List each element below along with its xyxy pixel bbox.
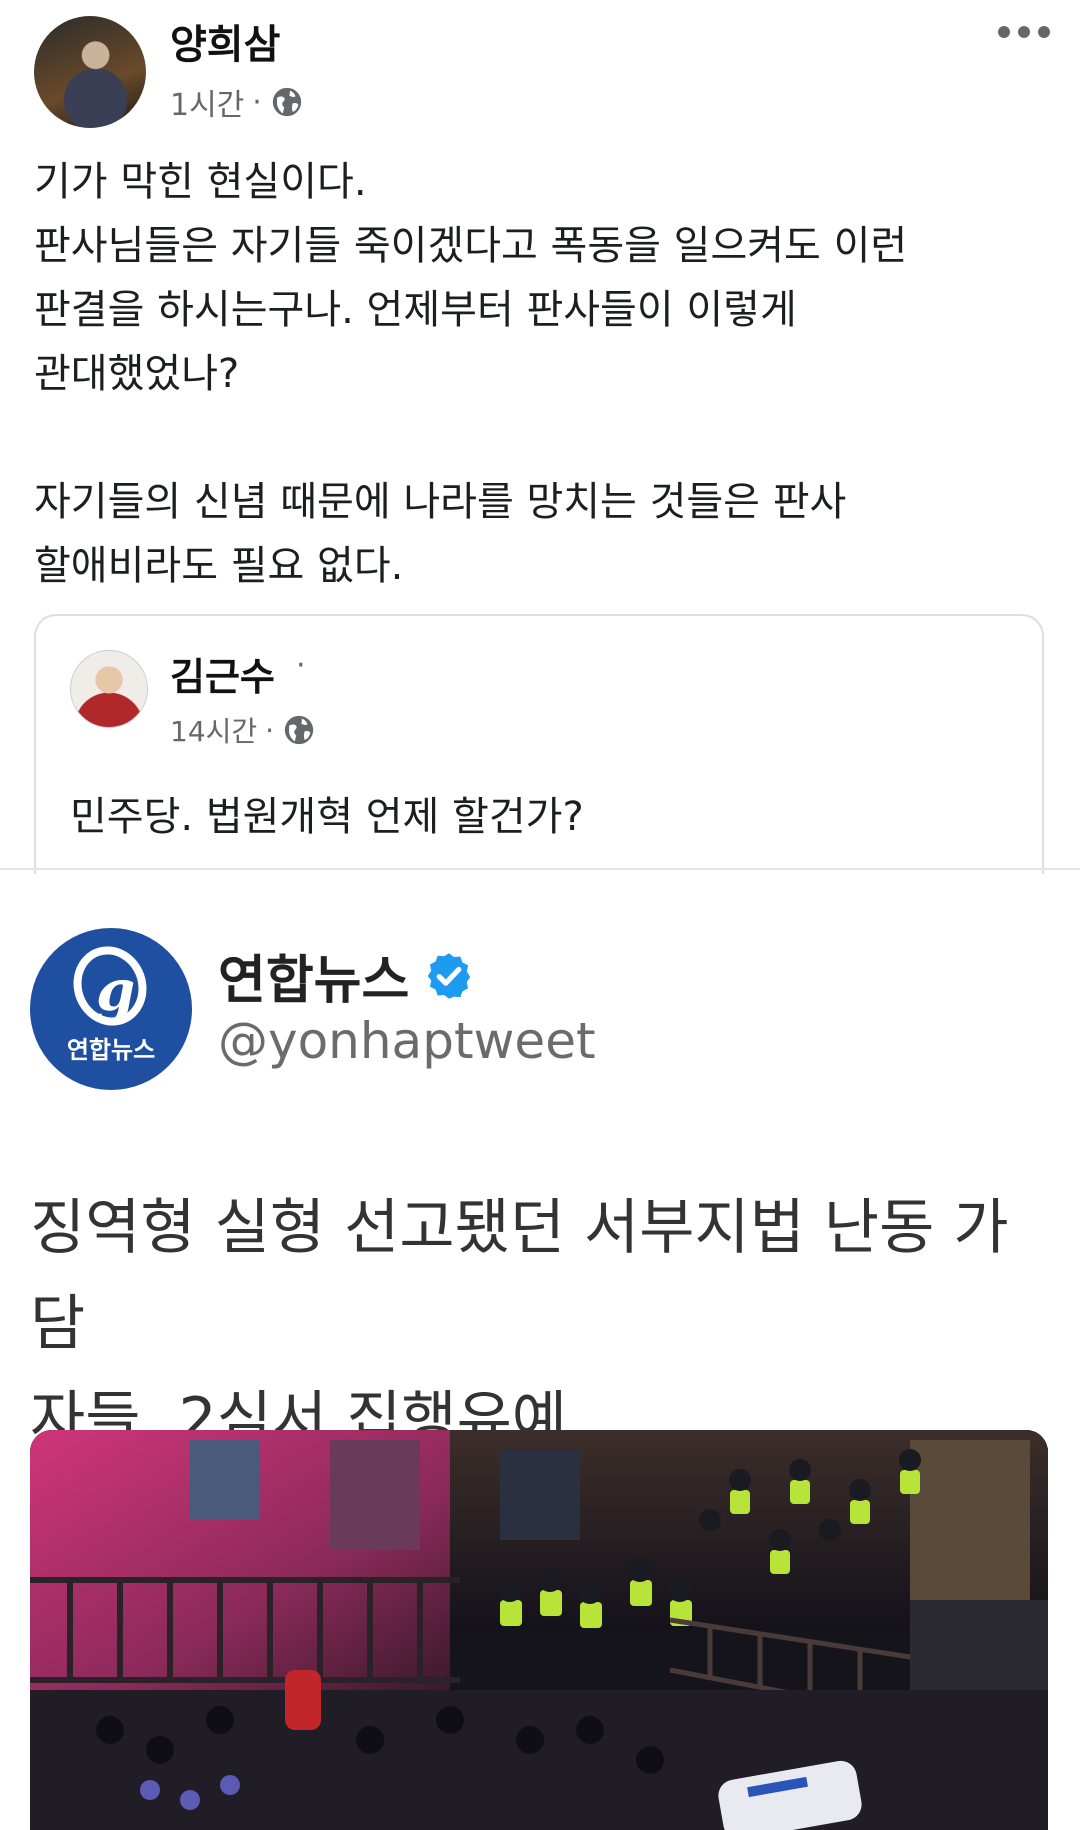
meta-separator: · (252, 84, 262, 120)
tweet-account-name: 연합뉴스 (218, 938, 475, 1013)
author-avatar[interactable] (34, 16, 146, 128)
post-body: 기가 막힌 현실이다. 판사님들은 자기들 죽이겠다고 폭동을 일으켜도 이런 … (34, 159, 908, 589)
shared-meta-separator: · (265, 713, 275, 747)
shared-author-avatar[interactable] (70, 650, 148, 728)
logo-text: 연합뉴스 (66, 1036, 156, 1064)
globe-icon (272, 87, 302, 117)
shared-post-card[interactable]: 김근수 · 14시간 · 민주당. 법원개혁 언제 할건가? (34, 614, 1044, 874)
shared-post-time[interactable]: 14시간 (170, 710, 257, 750)
globe-icon (284, 715, 314, 745)
shared-post-body: 민주당. 법원개혁 언제 할건가? (70, 794, 584, 840)
shared-author-name[interactable]: 김근수 (170, 646, 275, 701)
more-options-icon[interactable] (998, 26, 1054, 40)
tweet-headline: 징역형 실형 선고됐던 서부지법 난동 가담 자들, 2심서 집행유예 (30, 1193, 1009, 1455)
news-photo-scene (30, 1430, 1048, 1830)
post-time[interactable]: 1시간 (170, 80, 244, 124)
news-photo[interactable] (30, 1430, 1048, 1830)
shared-post-meta: 14시간 · (170, 710, 316, 750)
tweet-handle: @yonhaptweet (218, 1012, 596, 1070)
tweet-account-label: 연합뉴스 (218, 951, 410, 1011)
author-name[interactable]: 양희삼 (170, 12, 280, 70)
verified-badge-icon (428, 952, 471, 999)
shared-separator: · (296, 648, 306, 683)
post-meta: 1시간 · (170, 80, 304, 124)
section-divider (0, 868, 1080, 870)
yonhap-logo: g 연합뉴스 (30, 928, 192, 1090)
